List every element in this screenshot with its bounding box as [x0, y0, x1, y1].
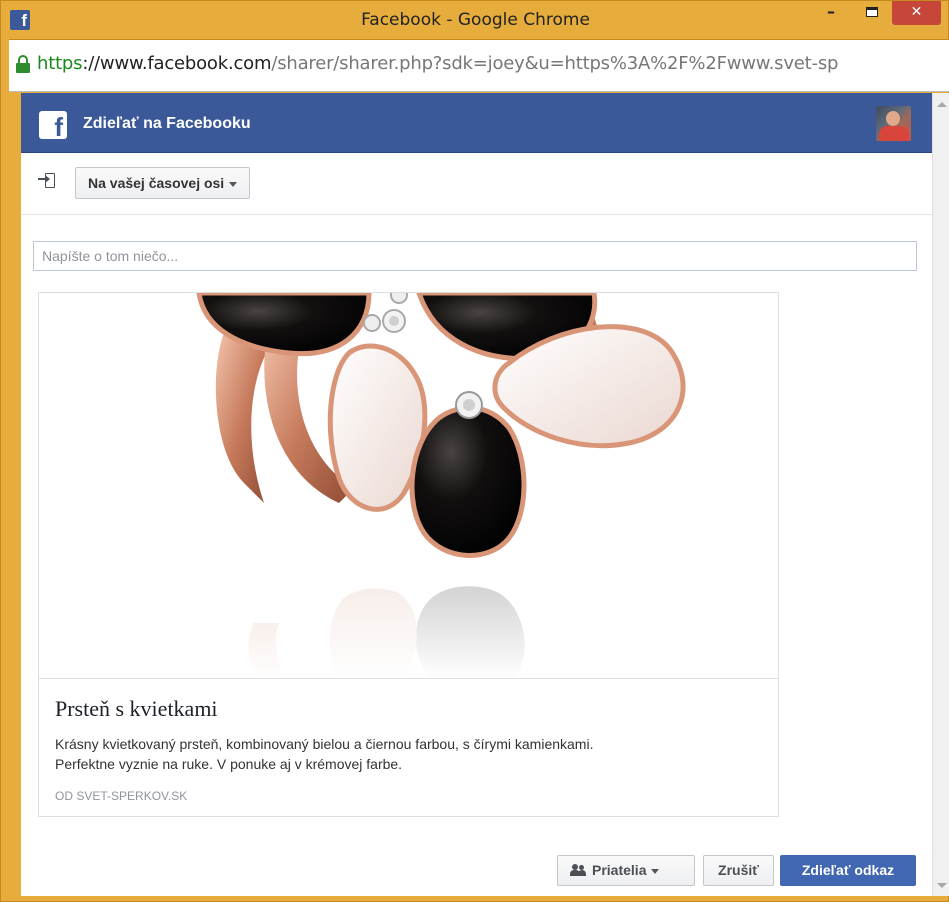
message-input[interactable]	[33, 241, 917, 271]
share-target-row: Na vašej časovej osi	[21, 153, 932, 215]
dialog-title: Zdieľať na Facebooku	[83, 115, 251, 132]
preview-image[interactable]	[39, 293, 778, 679]
avatar[interactable]	[876, 106, 911, 141]
title-bar: f Facebook - Google Chrome – ✕	[1, 1, 949, 39]
share-target-dropdown[interactable]: Na vašej časovej osi	[75, 167, 251, 199]
lock-icon[interactable]	[16, 55, 30, 73]
maximize-icon	[866, 7, 878, 17]
url-text[interactable]: https://www.facebook.com/sharer/sharer.p…	[37, 53, 838, 74]
preview-description-line-1: Krásny kvietkovaný prsteň, kombinovaný b…	[55, 736, 594, 752]
url-path: /sharer/sharer.php?sdk=joey&u=https%3A%2…	[271, 53, 839, 74]
audience-dropdown[interactable]: Priatelia	[557, 855, 695, 886]
vertical-scrollbar[interactable]	[932, 93, 949, 896]
page-viewport: f Zdieľať na Facebooku Na vašej časovej …	[21, 93, 932, 896]
browser-window: f Facebook - Google Chrome – ✕ https://w…	[0, 0, 949, 902]
share-target-label: Na vašej časovej osi	[88, 175, 225, 191]
url-scheme: https	[37, 53, 83, 74]
cancel-button[interactable]: Zrušiť	[703, 855, 774, 886]
preview-title[interactable]: Prsteň s kvietkami	[55, 696, 218, 722]
link-preview-card[interactable]: Prsteň s kvietkami Krásny kvietkovaný pr…	[38, 292, 779, 817]
preview-source: OD SVET-SPERKOV.SK	[55, 789, 188, 803]
maximize-button[interactable]	[859, 1, 885, 25]
window-title: Facebook - Google Chrome	[361, 10, 590, 30]
audience-label: Priatelia	[592, 862, 647, 878]
url-host: ://www.facebook.com	[82, 53, 272, 74]
preview-description-line-2: Perfektne vyznie na ruke. V ponuke aj v …	[55, 756, 403, 772]
preview-description: Krásny kvietkovaný prsteň, kombinovaný b…	[55, 734, 755, 774]
chevron-down-icon	[229, 181, 238, 187]
friends-icon	[570, 864, 586, 877]
ring-product-image	[39, 293, 778, 678]
close-button[interactable]: ✕	[892, 1, 941, 25]
facebook-logo-icon: f	[39, 111, 67, 139]
timeline-icon	[38, 173, 56, 189]
share-link-button[interactable]: Zdieľať odkaz	[780, 855, 916, 886]
minimize-button[interactable]: –	[818, 1, 844, 25]
scroll-down-icon[interactable]	[937, 883, 947, 888]
chevron-down-icon	[651, 868, 660, 874]
dialog-header: f Zdieľať na Facebooku	[21, 93, 932, 153]
scroll-up-icon[interactable]	[937, 102, 947, 107]
address-bar[interactable]: https://www.facebook.com/sharer/sharer.p…	[9, 39, 949, 92]
